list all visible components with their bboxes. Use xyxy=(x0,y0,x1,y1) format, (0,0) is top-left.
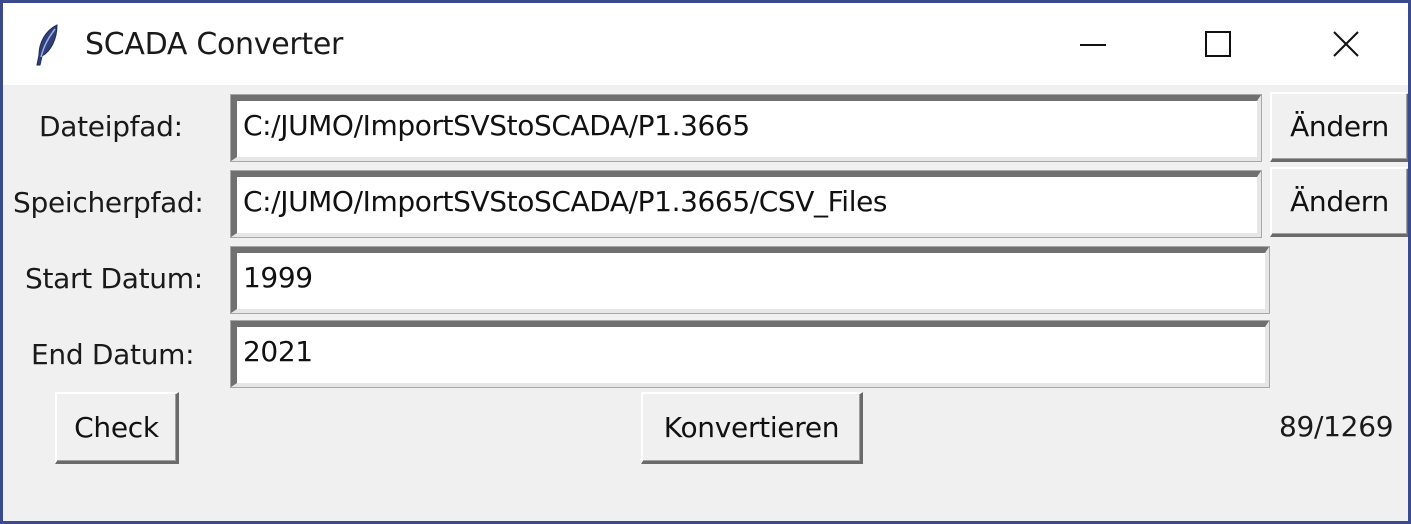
start-date-label: Start Datum: xyxy=(25,262,203,295)
window-title: SCADA Converter xyxy=(85,27,344,62)
close-button[interactable] xyxy=(1281,3,1408,85)
progress-counter: 89/1269 xyxy=(1279,410,1394,443)
save-path-label: Speicherpfad: xyxy=(13,186,204,219)
change-save-path-button[interactable]: Ändern xyxy=(1270,167,1408,237)
check-button[interactable]: Check xyxy=(55,392,179,464)
save-path-field[interactable]: C:/JUMO/ImportSVStoSCADA/P1.3665/CSV_Fil… xyxy=(230,170,1262,238)
app-window: SCADA Converter Dateipfad: C:/JUMO/Impor… xyxy=(0,0,1411,524)
close-icon xyxy=(1333,31,1359,57)
maximize-button[interactable] xyxy=(1153,3,1283,85)
title-bar[interactable]: SCADA Converter xyxy=(3,3,1408,85)
feather-icon xyxy=(31,23,61,67)
end-date-label: End Datum: xyxy=(31,338,195,371)
source-path-label: Dateipfad: xyxy=(39,110,183,143)
minimize-icon xyxy=(1080,44,1106,46)
source-path-field[interactable]: C:/JUMO/ImportSVStoSCADA/P1.3665 xyxy=(230,94,1262,162)
change-source-path-button[interactable]: Ändern xyxy=(1270,92,1408,162)
end-date-field[interactable]: 2021 xyxy=(230,320,1270,388)
start-date-field[interactable]: 1999 xyxy=(230,246,1270,314)
maximize-icon xyxy=(1205,31,1231,57)
minimize-button[interactable] xyxy=(1028,3,1158,85)
convert-button[interactable]: Konvertieren xyxy=(641,392,863,464)
